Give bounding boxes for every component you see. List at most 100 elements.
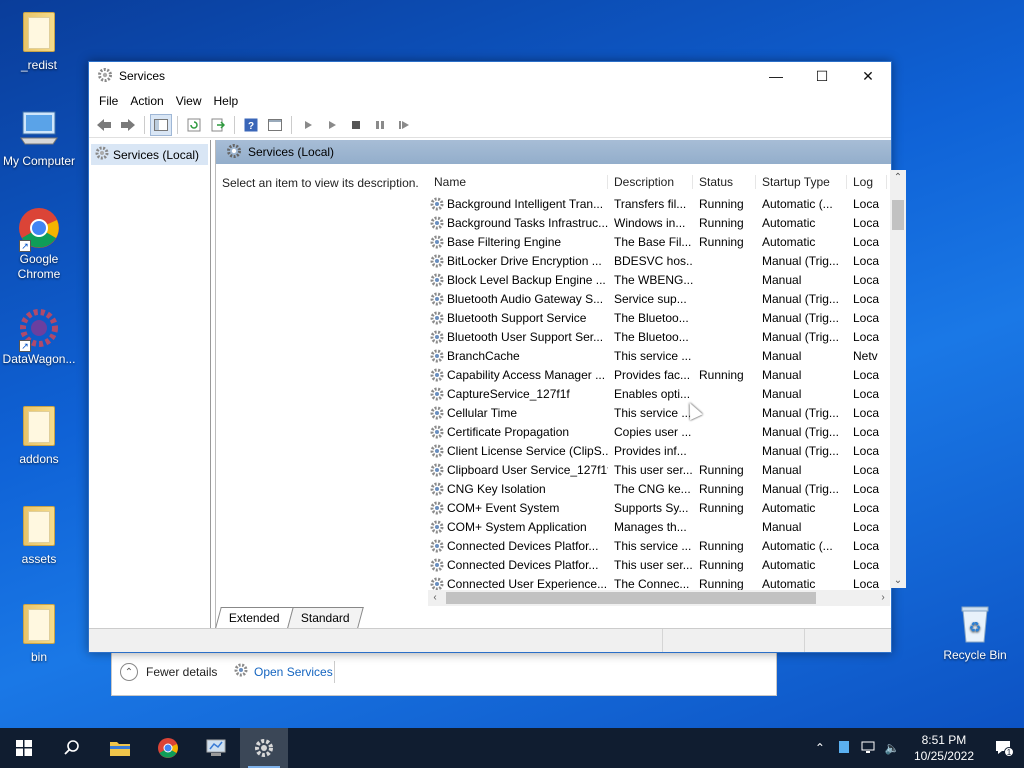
table-row[interactable]: Connected User Experience... The Connec..… [428, 574, 890, 590]
fewer-details-button[interactable]: ⌃ Fewer details [120, 663, 217, 681]
cell-status: Running [699, 500, 744, 515]
horizontal-scrollbar[interactable]: ‹ › [428, 590, 890, 606]
restart-service-icon[interactable] [393, 114, 415, 136]
tray-app-icon[interactable] [832, 740, 856, 757]
table-row[interactable]: COM+ Event System Supports Sy... Running Au… [428, 498, 890, 517]
cell-log-on-as: Loca [853, 500, 880, 515]
desktop-icon-google-chrome[interactable]: ↗ Google Chrome [0, 206, 78, 282]
desktop-icon-addons[interactable]: addons [0, 404, 78, 467]
start-service-icon[interactable] [297, 114, 319, 136]
menu-help[interactable]: Help [208, 94, 245, 108]
volume-icon[interactable]: 🔈 [880, 741, 904, 755]
pause-service-icon[interactable] [369, 114, 391, 136]
desktop-icon-assets[interactable]: assets [0, 504, 78, 567]
fewer-details-label: Fewer details [146, 665, 218, 679]
desktop-icon-label: Google Chrome [17, 252, 61, 281]
shortcut-arrow-icon: ↗ [19, 240, 31, 252]
desktop-icon-my-computer[interactable]: My Computer [0, 108, 78, 169]
table-row[interactable]: COM+ System Application Manages th... Manu… [428, 517, 890, 536]
start-button[interactable] [0, 728, 48, 768]
column-header-description[interactable]: Description [608, 175, 693, 189]
table-row[interactable]: Bluetooth Support Service The Bluetoo... M… [428, 308, 890, 327]
menu-file[interactable]: File [93, 94, 124, 108]
list-body: Background Intelligent Tran... Transfers … [428, 194, 890, 590]
table-row[interactable]: CaptureService_127f1f Enables opti... Manu… [428, 384, 890, 403]
show-hide-console-tree-icon[interactable] [150, 113, 172, 136]
table-row[interactable]: Connected Devices Platfor... This user se… [428, 555, 890, 574]
back-arrow-icon[interactable] [93, 114, 115, 136]
refresh-icon[interactable] [183, 114, 205, 136]
stop-service-icon[interactable] [345, 114, 367, 136]
cell-startup-type: Automatic (... [762, 538, 833, 553]
taskbar-control-panel[interactable] [192, 728, 240, 768]
column-header-log-on-as[interactable]: Log [847, 175, 887, 189]
taskbar-services[interactable] [240, 728, 288, 768]
table-row[interactable]: Clipboard User Service_127f1f This user s… [428, 460, 890, 479]
taskbar-file-explorer[interactable] [96, 728, 144, 768]
action-center-button[interactable]: 1 [984, 739, 1024, 757]
scroll-left-icon[interactable]: ‹ [428, 590, 442, 606]
services-list: ^ Name Description Status Startup Type L… [428, 170, 890, 590]
vertical-scrollbar[interactable]: ⌃ ⌄ [890, 170, 906, 588]
start-service-alt-icon[interactable] [321, 114, 343, 136]
table-row[interactable]: BranchCache This service ... Manual Netv [428, 346, 890, 365]
table-row[interactable]: Certificate Propagation Copies user ... Ma… [428, 422, 890, 441]
table-row[interactable]: Bluetooth Audio Gateway S... Service sup.… [428, 289, 890, 308]
search-button[interactable] [48, 728, 96, 768]
tab-extended[interactable]: Extended [215, 607, 294, 628]
table-row[interactable]: Base Filtering Engine The Base Fil... Runn… [428, 232, 890, 251]
cell-description: This user ser... [614, 557, 693, 572]
forward-arrow-icon[interactable] [117, 114, 139, 136]
scrollbar-thumb[interactable] [892, 200, 904, 230]
column-header-startup-type[interactable]: Startup Type [756, 175, 847, 189]
column-header-name[interactable]: Name [428, 175, 608, 189]
network-icon[interactable] [856, 740, 880, 757]
properties-pane-icon[interactable] [264, 114, 286, 136]
table-row[interactable]: Background Tasks Infrastruc... Windows in… [428, 213, 890, 232]
menu-action[interactable]: Action [124, 94, 169, 108]
table-row[interactable]: Cellular Time This service ... Manual (Tri… [428, 403, 890, 422]
tree-item-services-local[interactable]: Services (Local) [91, 144, 208, 165]
cell-log-on-as: Loca [853, 272, 880, 287]
cell-name: Connected User Experience... [428, 577, 608, 590]
scroll-up-icon[interactable]: ⌃ [890, 172, 906, 183]
table-row[interactable]: BitLocker Drive Encryption ... BDESVC hos… [428, 251, 890, 270]
desktop-icon-redist[interactable]: _redist [0, 10, 78, 73]
table-row[interactable]: Background Intelligent Tran... Transfers … [428, 194, 890, 213]
scroll-down-icon[interactable]: ⌄ [890, 575, 906, 586]
table-row[interactable]: Connected Devices Platfor... This service… [428, 536, 890, 555]
maximize-button[interactable]: ☐ [799, 62, 845, 90]
export-list-icon[interactable] [207, 114, 229, 136]
taskbar-chrome[interactable] [144, 728, 192, 768]
scrollbar-thumb[interactable] [446, 592, 816, 604]
close-button[interactable]: ✕ [845, 62, 891, 90]
table-row[interactable]: Block Level Backup Engine ... The WBENG..… [428, 270, 890, 289]
desktop-icon-datawagon[interactable]: ↗ DataWagon... [0, 306, 78, 367]
menu-view[interactable]: View [170, 94, 208, 108]
show-hidden-icons-chevron-icon[interactable]: ⌃ [808, 741, 832, 755]
tab-standard[interactable]: Standard [286, 607, 364, 628]
cell-log-on-as: Loca [853, 291, 880, 306]
table-row[interactable]: Client License Service (ClipS... Provides… [428, 441, 890, 460]
desktop-icon-recycle-bin[interactable]: ♻ Recycle Bin [936, 602, 1014, 663]
cell-startup-type: Manual (Trig... [762, 291, 839, 306]
clock[interactable]: 8:51 PM 10/25/2022 [904, 732, 984, 764]
cell-startup-type: Manual [762, 367, 802, 382]
title-bar[interactable]: Services — ☐ ✕ [89, 62, 891, 90]
open-services-link[interactable]: Open Services [234, 663, 333, 680]
status-segment [663, 629, 805, 652]
help-icon[interactable]: ? [240, 114, 262, 136]
minimize-button[interactable]: — [753, 62, 799, 90]
cell-description: This service ... [614, 538, 692, 553]
computer-icon [17, 108, 61, 152]
desktop-icon-bin[interactable]: bin [0, 602, 78, 665]
cell-startup-type: Manual (Trig... [762, 405, 839, 420]
datawagon-icon: ↗ [17, 306, 61, 352]
cell-description: Provides fac... [614, 367, 691, 382]
column-header-status[interactable]: Status [693, 175, 756, 189]
table-row[interactable]: Bluetooth User Support Ser... The Bluetoo… [428, 327, 890, 346]
table-row[interactable]: CNG Key Isolation The CNG ke... Running Man… [428, 479, 890, 498]
table-row[interactable]: Capability Access Manager ... Provides fa… [428, 365, 890, 384]
cell-description: Transfers fil... [614, 196, 687, 211]
scroll-right-icon[interactable]: › [876, 590, 890, 606]
